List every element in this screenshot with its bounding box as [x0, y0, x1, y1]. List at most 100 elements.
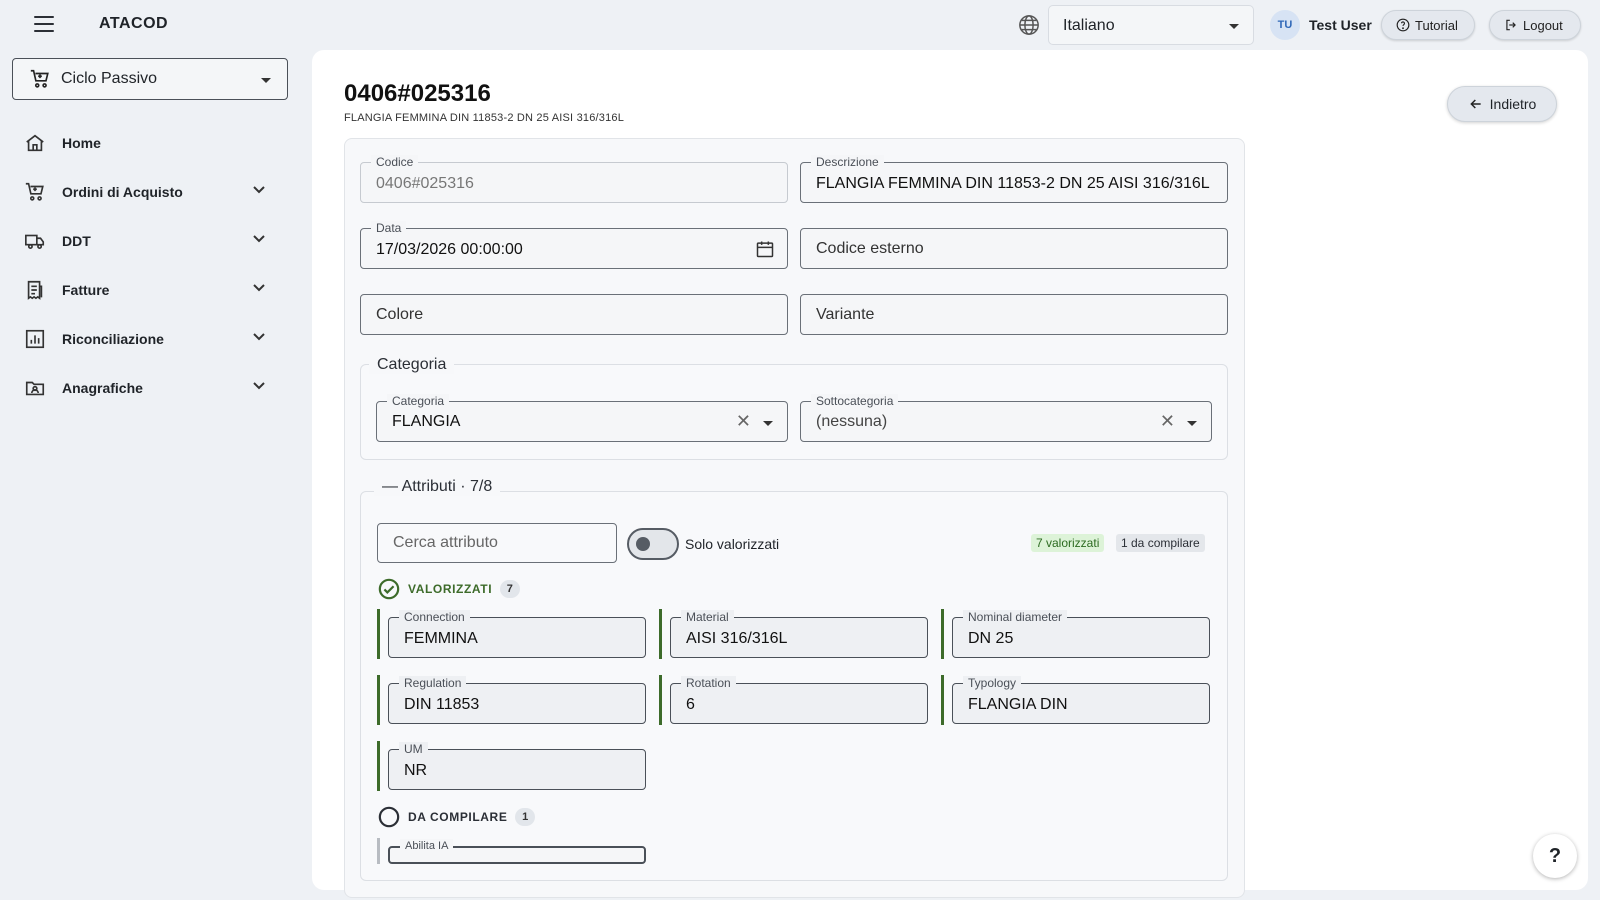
- chart-icon: [25, 329, 45, 348]
- sidebar-item-fatture[interactable]: Fatture: [12, 265, 288, 314]
- attribute-marker: [659, 609, 662, 659]
- attribute-label: Rotation: [681, 676, 736, 690]
- attribute-value: AISI 316/316L: [686, 630, 788, 647]
- sidebar-item-anagrafiche[interactable]: Anagrafiche: [12, 363, 288, 412]
- attribute-value: 6: [686, 696, 695, 713]
- attribute-label: Abilita IA: [400, 839, 454, 853]
- chevron-down-icon: [1229, 24, 1239, 29]
- categoria-section-title: Categoria: [369, 356, 455, 374]
- attribute-value: DN 25: [968, 630, 1014, 647]
- attribute-marker: [941, 609, 944, 659]
- colore-placeholder: Colore: [376, 306, 424, 323]
- data-field[interactable]: Data 17/03/2026 00:00:00: [360, 221, 788, 269]
- menu-icon[interactable]: [34, 16, 54, 32]
- attribute-um[interactable]: UM NR: [388, 742, 646, 790]
- categoria-select[interactable]: Categoria FLANGIA ✕: [376, 394, 788, 442]
- attribute-value: NR: [404, 762, 428, 779]
- valorizzati-label: VALORIZZATI: [408, 582, 493, 596]
- codice-label: Codice: [371, 155, 419, 169]
- codice-field: Codice 0406#025316: [360, 155, 788, 203]
- chevron-down-icon[interactable]: [252, 283, 266, 293]
- colore-field[interactable]: Colore: [360, 294, 788, 335]
- attribute-label: Connection: [399, 610, 470, 624]
- attribute-value: DIN 11853: [404, 696, 480, 713]
- chevron-down-icon: [261, 78, 271, 83]
- logout-button[interactable]: Logout: [1489, 10, 1581, 40]
- codice-value: 0406#025316: [376, 175, 474, 192]
- toggle-knob: [636, 537, 650, 551]
- attribute-material[interactable]: Material AISI 316/316L: [670, 610, 928, 658]
- attribute-marker: [659, 675, 662, 725]
- sidebar-nav: Home Ordini di Acquisto DDT Fatture Rico…: [12, 118, 288, 412]
- attribute-search-input[interactable]: Cerca attributo: [377, 523, 617, 563]
- sidebar-item-riconciliazione[interactable]: Riconciliazione: [12, 314, 288, 363]
- tutorial-button[interactable]: Tutorial: [1381, 10, 1475, 40]
- descrizione-label: Descrizione: [811, 155, 884, 169]
- arrow-left-icon: [1469, 99, 1481, 109]
- codice-esterno-field[interactable]: Codice esterno: [800, 228, 1228, 269]
- cart-icon: [30, 69, 49, 88]
- solo-valorizzati-label: Solo valorizzati: [685, 536, 780, 552]
- receipt-icon: [27, 280, 43, 300]
- valorizzati-count: 7: [500, 580, 521, 598]
- attribute-marker: [377, 741, 380, 791]
- app-brand: ATACOD: [99, 15, 169, 32]
- logout-label: Logout: [1523, 17, 1563, 33]
- sottocategoria-value: (nessuna): [816, 413, 888, 430]
- globe-icon: [1019, 15, 1039, 35]
- help-circle-icon: [1396, 18, 1410, 32]
- clear-icon[interactable]: ✕: [736, 411, 751, 432]
- attribute-label: UM: [399, 742, 428, 756]
- sidebar-item-label: Ordini di Acquisto: [62, 183, 183, 200]
- attribute-nominal-diameter[interactable]: Nominal diameter DN 25: [952, 610, 1210, 658]
- language-select[interactable]: Italiano: [1048, 5, 1254, 45]
- attribute-label: Regulation: [399, 676, 467, 690]
- sidebar-item-home[interactable]: Home: [12, 118, 288, 167]
- module-value: Ciclo Passivo: [61, 70, 158, 87]
- back-button[interactable]: Indietro: [1447, 86, 1557, 122]
- descrizione-field[interactable]: Descrizione FLANGIA FEMMINA DIN 11853-2 …: [800, 155, 1228, 203]
- tutorial-label: Tutorial: [1415, 17, 1458, 33]
- attribute-abilita-ia[interactable]: Abilita IA: [388, 839, 646, 864]
- help-button[interactable]: ?: [1533, 834, 1577, 878]
- module-select[interactable]: Ciclo Passivo: [12, 58, 288, 100]
- data-value: 17/03/2026 00:00:00: [376, 241, 523, 258]
- sottocategoria-select[interactable]: Sottocategoria (nessuna) ✕: [800, 394, 1212, 442]
- folder-user-icon: [25, 381, 45, 395]
- clear-icon[interactable]: ✕: [1160, 411, 1175, 432]
- logout-icon: [1506, 19, 1516, 31]
- chevron-down-icon[interactable]: [252, 332, 266, 342]
- codice-esterno-placeholder: Codice esterno: [816, 240, 924, 257]
- cart-icon: [25, 182, 44, 201]
- sidebar-item-ordini-di-acquisto[interactable]: Ordini di Acquisto: [12, 167, 288, 216]
- attribute-rotation[interactable]: Rotation 6: [670, 676, 928, 724]
- chevron-down-icon[interactable]: [1187, 421, 1197, 426]
- home-icon: [26, 134, 44, 151]
- attribute-regulation[interactable]: Regulation DIN 11853: [388, 676, 646, 724]
- solo-valorizzati-toggle[interactable]: [627, 528, 679, 560]
- user-name: Test User: [1309, 17, 1372, 33]
- attribute-value: FEMMINA: [404, 630, 478, 647]
- sidebar-item-label: Anagrafiche: [62, 379, 143, 396]
- chevron-down-icon[interactable]: [252, 381, 266, 391]
- attribute-typology[interactable]: Typology FLANGIA DIN: [952, 676, 1210, 724]
- variante-field[interactable]: Variante: [800, 294, 1228, 335]
- sidebar-item-label: DDT: [62, 232, 91, 249]
- attribute-label: Material: [681, 610, 734, 624]
- check-circle-icon: [378, 578, 400, 600]
- attribute-connection[interactable]: Connection FEMMINA: [388, 610, 646, 658]
- descrizione-value: FLANGIA FEMMINA DIN 11853-2 DN 25 AISI 3…: [816, 175, 1210, 192]
- chevron-down-icon[interactable]: [252, 234, 266, 244]
- page-subtitle: FLANGIA FEMMINA DIN 11853-2 DN 25 AISI 3…: [344, 112, 625, 124]
- attributi-section-title[interactable]: — Attributi · 7/8: [374, 478, 501, 496]
- sidebar-item-label: Riconciliazione: [62, 330, 164, 347]
- attribute-label: Nominal diameter: [963, 610, 1068, 624]
- chevron-down-icon[interactable]: [252, 185, 266, 195]
- categoria-label: Categoria: [387, 394, 450, 408]
- chevron-down-icon[interactable]: [763, 421, 773, 426]
- variante-placeholder: Variante: [816, 306, 875, 323]
- valorizzati-heading: VALORIZZATI 7: [378, 578, 521, 600]
- sidebar-item-ddt[interactable]: DDT: [12, 216, 288, 265]
- avatar[interactable]: TU: [1270, 10, 1300, 40]
- calendar-icon[interactable]: [755, 239, 775, 259]
